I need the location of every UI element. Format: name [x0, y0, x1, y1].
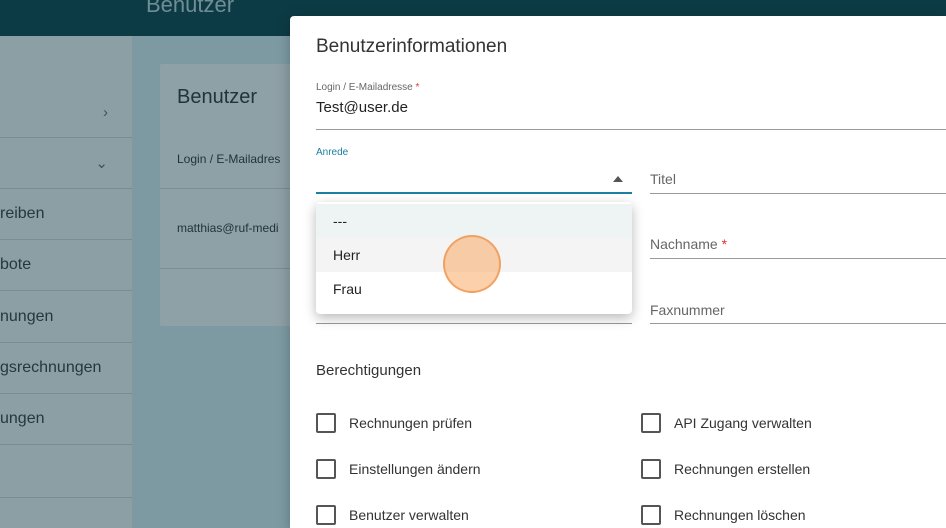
checkbox-einstellungen[interactable]: Einstellungen ändern — [316, 459, 481, 479]
login-input[interactable]: Test@user.de — [316, 99, 419, 116]
checkbox-icon[interactable] — [641, 459, 661, 479]
checkbox-icon[interactable] — [316, 459, 336, 479]
option-none[interactable]: --- — [316, 204, 632, 238]
nachname-underline — [650, 258, 946, 259]
sidebar-item-5[interactable]: nungen — [0, 292, 132, 343]
field-underline — [316, 323, 632, 324]
dialog-title: Benutzerinformationen — [316, 36, 508, 57]
login-label: Login / E-Mailadresse * — [316, 82, 420, 93]
checkbox-rechnungen-erstellen[interactable]: Rechnungen erstellen — [641, 459, 810, 479]
nachname-field[interactable]: Nachname * — [650, 236, 727, 252]
sidebar-item-7[interactable]: ungen — [0, 394, 132, 445]
touch-indicator — [443, 235, 501, 293]
login-underline — [316, 129, 946, 130]
anrede-underline — [316, 192, 632, 194]
checkbox-icon[interactable] — [316, 505, 336, 525]
login-field[interactable]: Login / E-Mailadresse * Test@user.de — [316, 82, 419, 116]
chevron-down-icon: ⌄ — [95, 155, 108, 172]
page-title: Benutzer — [146, 0, 235, 17]
sidebar-item-1[interactable]: › — [0, 87, 132, 138]
sidebar-item-label: reiben — [0, 205, 45, 222]
permissions-title: Berechtigungen — [316, 362, 422, 379]
sidebar-item-label: gsrechnungen — [0, 359, 102, 376]
sidebar-item-label: nungen — [0, 308, 54, 325]
divider — [160, 268, 300, 269]
sidebar: › ⌄ reiben bote nungen gsrechnungen unge… — [0, 36, 132, 528]
sidebar-item-label: ungen — [0, 410, 45, 427]
sidebar-item-3[interactable]: reiben — [0, 189, 132, 240]
sidebar-item-6[interactable]: gsrechnungen — [0, 343, 132, 394]
caret-up-icon[interactable] — [613, 176, 623, 182]
checkbox-icon[interactable] — [641, 413, 661, 433]
checkbox-icon[interactable] — [641, 505, 661, 525]
checkbox-benutzer-verwalten[interactable]: Benutzer verwalten — [316, 505, 469, 525]
sidebar-item-4[interactable]: bote — [0, 240, 132, 291]
checkbox-rechnungen-loeschen[interactable]: Rechnungen löschen — [641, 505, 806, 525]
table-cell-login[interactable]: matthias@ruf-medi — [177, 221, 279, 235]
checkbox-rechnungen-pruefen[interactable]: Rechnungen prüfen — [316, 413, 472, 433]
titel-field[interactable]: Titel — [650, 171, 676, 187]
user-list-card: Benutzer Login / E-Mailadres matthias@ru… — [160, 64, 300, 326]
sidebar-item-8[interactable] — [0, 446, 132, 498]
anrede-label-wrap: Anrede — [316, 147, 348, 158]
card-title: Benutzer — [177, 86, 258, 108]
faxnummer-field[interactable]: Faxnummer — [650, 302, 725, 318]
anrede-label: Anrede — [316, 147, 349, 158]
checkbox-icon[interactable] — [316, 413, 336, 433]
sidebar-item-2[interactable]: ⌄ — [0, 138, 132, 189]
titel-underline — [650, 193, 946, 194]
divider — [160, 188, 300, 189]
checkbox-api-zugang[interactable]: API Zugang verwalten — [641, 413, 812, 433]
sidebar-item-label: bote — [0, 256, 32, 273]
faxnummer-underline — [650, 323, 946, 324]
chevron-right-icon: › — [103, 103, 108, 121]
anrede-select[interactable] — [316, 168, 632, 192]
column-header-login: Login / E-Mailadres — [177, 152, 281, 166]
